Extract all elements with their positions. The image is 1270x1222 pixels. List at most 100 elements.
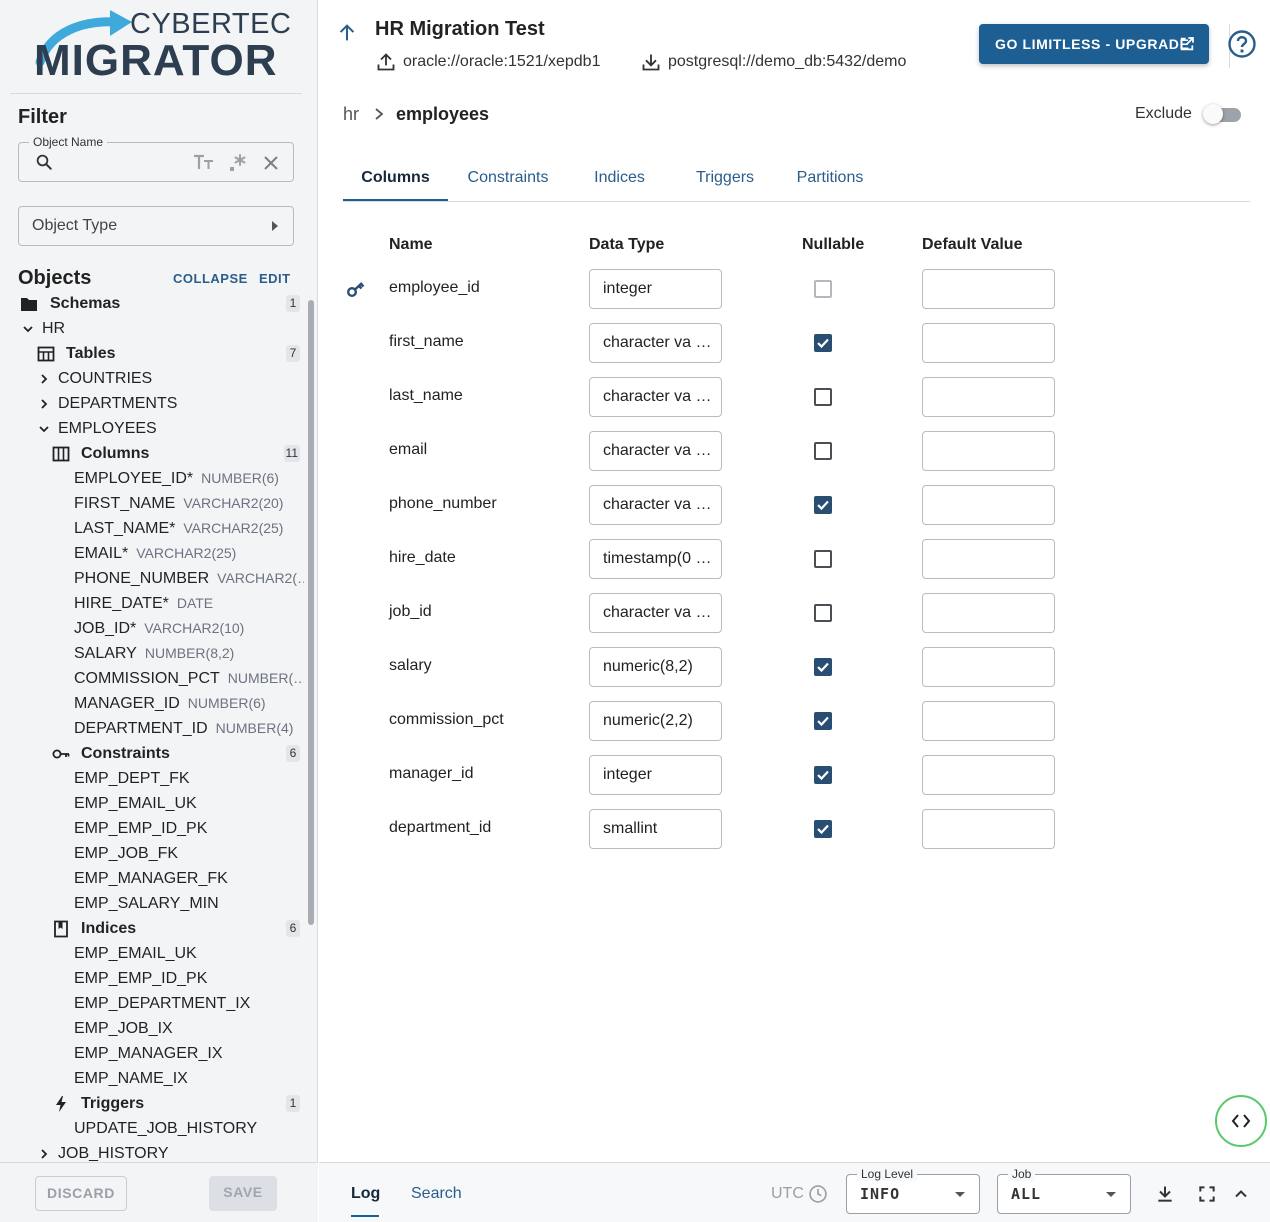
nullable-checkbox[interactable] (814, 820, 832, 838)
tree-item[interactable]: EMP_EMP_ID_PK (0, 966, 304, 991)
tree-item[interactable]: EMP_EMAIL_UK (0, 941, 304, 966)
tree-item[interactable]: UPDATE_JOB_HISTORY (0, 1116, 304, 1141)
tree-item[interactable]: COMMISSION_PCT NUMBER(… (0, 666, 304, 691)
arrow-up-icon[interactable] (336, 22, 358, 44)
chevron-down-icon[interactable] (38, 423, 50, 435)
default-value-input[interactable] (922, 809, 1055, 849)
tree-item[interactable]: JOB_ID* VARCHAR2(10) (0, 616, 304, 641)
tab-constraints[interactable]: Constraints (453, 158, 563, 201)
default-value-input[interactable] (922, 755, 1055, 795)
tree-item[interactable]: EMPLOYEE_ID* NUMBER(6) (0, 466, 304, 491)
nullable-checkbox[interactable] (814, 766, 832, 784)
data-type-input[interactable]: timestamp(0 … (589, 539, 722, 579)
tree-item[interactable]: EMP_DEPT_FK (0, 766, 304, 791)
data-type-input[interactable]: smallint (589, 809, 722, 849)
tree-item[interactable]: EMP_SALARY_MIN (0, 891, 304, 916)
default-value-input[interactable] (922, 377, 1055, 417)
chevron-right-icon[interactable] (38, 1148, 50, 1160)
match-case-icon[interactable] (193, 153, 215, 171)
save-button[interactable]: SAVE (209, 1176, 277, 1211)
tree-item[interactable]: DEPARTMENT_ID NUMBER(4) (0, 716, 304, 741)
data-type-input[interactable]: character va … (589, 485, 722, 525)
job-select[interactable]: Job ALL (997, 1167, 1131, 1214)
tree-item[interactable]: EMP_MANAGER_FK (0, 866, 304, 891)
tree-item[interactable]: Columns 11 (0, 441, 304, 466)
breadcrumb-schema[interactable]: hr (343, 104, 359, 125)
data-type-input[interactable]: numeric(8,2) (589, 647, 722, 687)
nullable-checkbox[interactable] (814, 334, 832, 352)
tab-log[interactable]: Log (351, 1185, 380, 1203)
tab-indices[interactable]: Indices (583, 158, 656, 201)
clock-icon[interactable] (808, 1184, 828, 1204)
tree-item[interactable]: JOB_HISTORY (0, 1141, 304, 1161)
tree-item[interactable]: EMP_EMAIL_UK (0, 791, 304, 816)
tree-item[interactable]: Constraints 6 (0, 741, 304, 766)
nullable-checkbox[interactable] (814, 658, 832, 676)
nullable-checkbox[interactable] (814, 442, 832, 460)
data-type-input[interactable]: character va … (589, 377, 722, 417)
tab-triggers[interactable]: Triggers (683, 158, 767, 201)
data-type-input[interactable]: character va … (589, 323, 722, 363)
tree-item[interactable]: MANAGER_ID NUMBER(6) (0, 691, 304, 716)
tree-item[interactable]: EMP_MANAGER_IX (0, 1041, 304, 1066)
tree-item[interactable]: EMP_EMP_ID_PK (0, 816, 304, 841)
data-type-input[interactable]: character va … (589, 593, 722, 633)
tree-item[interactable]: LAST_NAME* VARCHAR2(25) (0, 516, 304, 541)
edit-button[interactable]: EDIT (259, 271, 291, 286)
nullable-checkbox[interactable] (814, 388, 832, 406)
tree-item[interactable]: SALARY NUMBER(8,2) (0, 641, 304, 666)
data-type-input[interactable]: character va … (589, 431, 722, 471)
tree-item[interactable]: PHONE_NUMBER VARCHAR2(… (0, 566, 304, 591)
default-value-input[interactable] (922, 485, 1055, 525)
tree-item[interactable]: Schemas 1 (0, 291, 304, 316)
nullable-checkbox[interactable] (814, 550, 832, 568)
default-value-input[interactable] (922, 431, 1055, 471)
tree-item[interactable]: EMAIL* VARCHAR2(25) (0, 541, 304, 566)
tab-columns[interactable]: Columns (343, 158, 448, 201)
tree-item[interactable]: EMP_JOB_IX (0, 1016, 304, 1041)
chevron-right-icon[interactable] (38, 398, 50, 410)
tree-item[interactable]: EMPLOYEES (0, 416, 304, 441)
chevron-down-icon[interactable] (22, 323, 34, 335)
default-value-input[interactable] (922, 701, 1055, 741)
data-type-input[interactable]: integer (589, 269, 722, 309)
default-value-input[interactable] (922, 593, 1055, 633)
tab-search[interactable]: Search (411, 1185, 462, 1203)
tab-partitions[interactable]: Partitions (790, 158, 870, 201)
default-value-input[interactable] (922, 323, 1055, 363)
discard-button[interactable]: DISCARD (35, 1176, 127, 1211)
tree-item[interactable]: HIRE_DATE* DATE (0, 591, 304, 616)
tree-item[interactable]: Tables 7 (0, 341, 304, 366)
tree-item[interactable]: FIRST_NAME VARCHAR2(20) (0, 491, 304, 516)
log-level-select[interactable]: Log Level INFO (846, 1167, 980, 1214)
chevron-up-icon[interactable] (1231, 1184, 1251, 1204)
tree-item[interactable]: DEPARTMENTS (0, 391, 304, 416)
clear-icon[interactable] (263, 155, 279, 171)
sidebar-scrollbar[interactable] (308, 300, 314, 925)
chevron-right-icon[interactable] (38, 373, 50, 385)
tree-item[interactable]: EMP_DEPARTMENT_IX (0, 991, 304, 1016)
tree-item[interactable]: EMP_JOB_FK (0, 841, 304, 866)
exclude-toggle[interactable] (1203, 104, 1241, 124)
code-view-button[interactable] (1215, 1095, 1267, 1147)
default-value-input[interactable] (922, 539, 1055, 579)
default-value-input[interactable] (922, 647, 1055, 687)
help-icon[interactable] (1227, 29, 1257, 59)
tree-item[interactable]: HR (0, 316, 304, 341)
nullable-checkbox[interactable] (814, 604, 832, 622)
tree-item[interactable]: EMP_NAME_IX (0, 1066, 304, 1091)
object-name-input[interactable]: Object Name (18, 135, 294, 182)
nullable-checkbox[interactable] (814, 712, 832, 730)
tree-item[interactable]: Triggers 1 (0, 1091, 304, 1116)
tree-item[interactable]: COUNTRIES (0, 366, 304, 391)
upgrade-button[interactable]: GO LIMITLESS - UPGRADE (979, 24, 1209, 64)
download-log-icon[interactable] (1155, 1184, 1175, 1204)
fullscreen-icon[interactable] (1197, 1184, 1217, 1204)
nullable-checkbox[interactable] (814, 496, 832, 514)
data-type-input[interactable]: numeric(2,2) (589, 701, 722, 741)
collapse-button[interactable]: COLLAPSE (173, 271, 248, 286)
data-type-input[interactable]: integer (589, 755, 722, 795)
regex-icon[interactable] (228, 153, 248, 173)
object-type-select[interactable]: Object Type (18, 206, 294, 246)
tree-item[interactable]: Indices 6 (0, 916, 304, 941)
